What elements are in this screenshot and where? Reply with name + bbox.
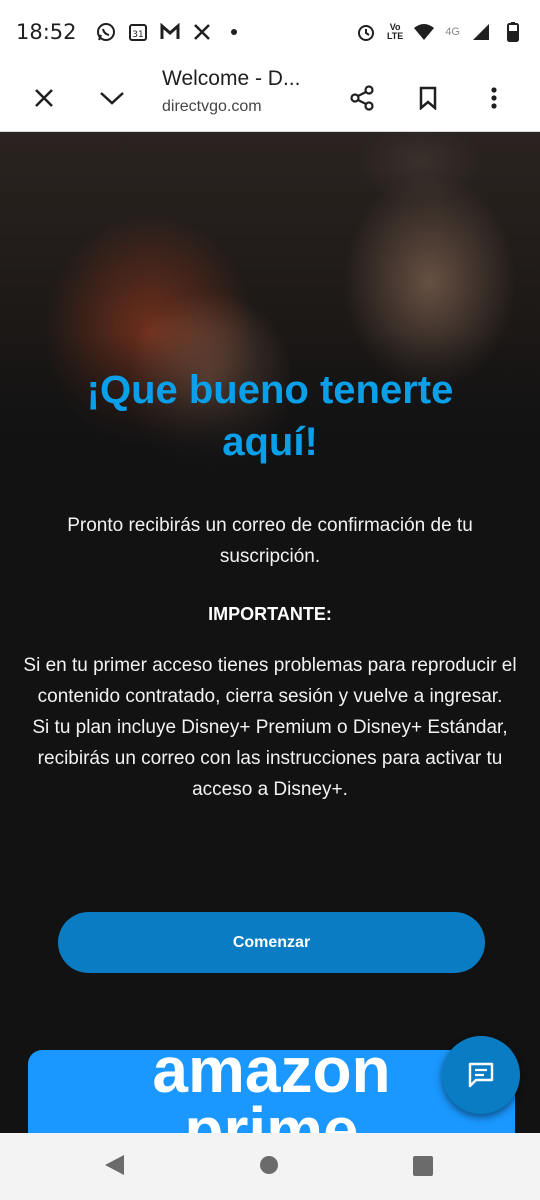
gmail-icon	[159, 21, 181, 43]
bookmark-icon	[419, 86, 437, 110]
bookmark-button[interactable]	[406, 76, 450, 120]
chevron-down-icon	[100, 91, 124, 105]
status-bar: 18:52 31 Vo LTE 4G	[0, 0, 540, 64]
recents-icon	[413, 1156, 433, 1176]
wifi-icon	[413, 21, 435, 43]
alarm-icon	[355, 21, 377, 43]
minimize-button[interactable]	[90, 76, 134, 120]
back-button[interactable]	[102, 1153, 126, 1182]
more-icon	[491, 86, 497, 109]
instructions-text-2: Si tu plan incluye Disney+ Premium o Dis…	[32, 717, 508, 800]
whatsapp-icon	[95, 21, 117, 43]
chat-icon	[468, 1062, 494, 1088]
page-title: Welcome - D...	[162, 67, 301, 90]
volte-icon: Vo LTE	[386, 22, 404, 41]
welcome-heading-line1: ¡Que bueno tenerte	[86, 368, 454, 412]
calendar-icon: 31	[127, 21, 149, 43]
amazon-prime-banner[interactable]: amazon prime	[28, 1050, 515, 1133]
chat-button[interactable]	[442, 1036, 520, 1114]
confirmation-text: Pronto recibirás un correo de confirmaci…	[67, 515, 473, 567]
welcome-heading: ¡Que bueno tenerte aquí!	[0, 364, 540, 468]
page-info[interactable]: Welcome - D... directvgo.com	[162, 66, 322, 116]
recents-button[interactable]	[412, 1155, 434, 1182]
battery-icon	[502, 21, 524, 43]
important-label: IMPORTANTE:	[208, 604, 332, 624]
svg-text:31: 31	[132, 30, 143, 40]
home-button[interactable]	[258, 1154, 280, 1181]
share-button[interactable]	[340, 76, 384, 120]
instructions-text-1: Si en tu primer acceso tienes problemas …	[23, 655, 517, 707]
comenzar-button[interactable]: Comenzar	[58, 912, 485, 973]
welcome-heading-line2: aquí!	[222, 420, 318, 464]
dot-icon	[223, 21, 245, 43]
x-icon	[191, 21, 213, 43]
amazon-prime-logo: amazon prime	[152, 1050, 391, 1133]
web-content[interactable]: ¡Que bueno tenerte aquí! Pronto recibirá…	[0, 132, 540, 1133]
network-type: 4G	[445, 26, 460, 38]
instructions-block: Si en tu primer acceso tienes problemas …	[20, 650, 520, 805]
system-icons: Vo LTE 4G	[355, 21, 524, 43]
home-icon	[260, 1156, 278, 1174]
system-nav-bar	[0, 1133, 540, 1200]
status-time: 18:52	[16, 20, 77, 44]
more-options-button[interactable]	[472, 76, 516, 120]
close-icon	[35, 88, 53, 107]
share-icon	[350, 84, 374, 111]
back-icon	[105, 1155, 124, 1175]
signal-icon	[470, 21, 492, 43]
browser-toolbar: Welcome - D... directvgo.com	[0, 64, 540, 132]
notification-icons: 31	[95, 21, 245, 43]
close-button[interactable]	[22, 76, 66, 120]
page-url: directvgo.com	[162, 98, 262, 115]
